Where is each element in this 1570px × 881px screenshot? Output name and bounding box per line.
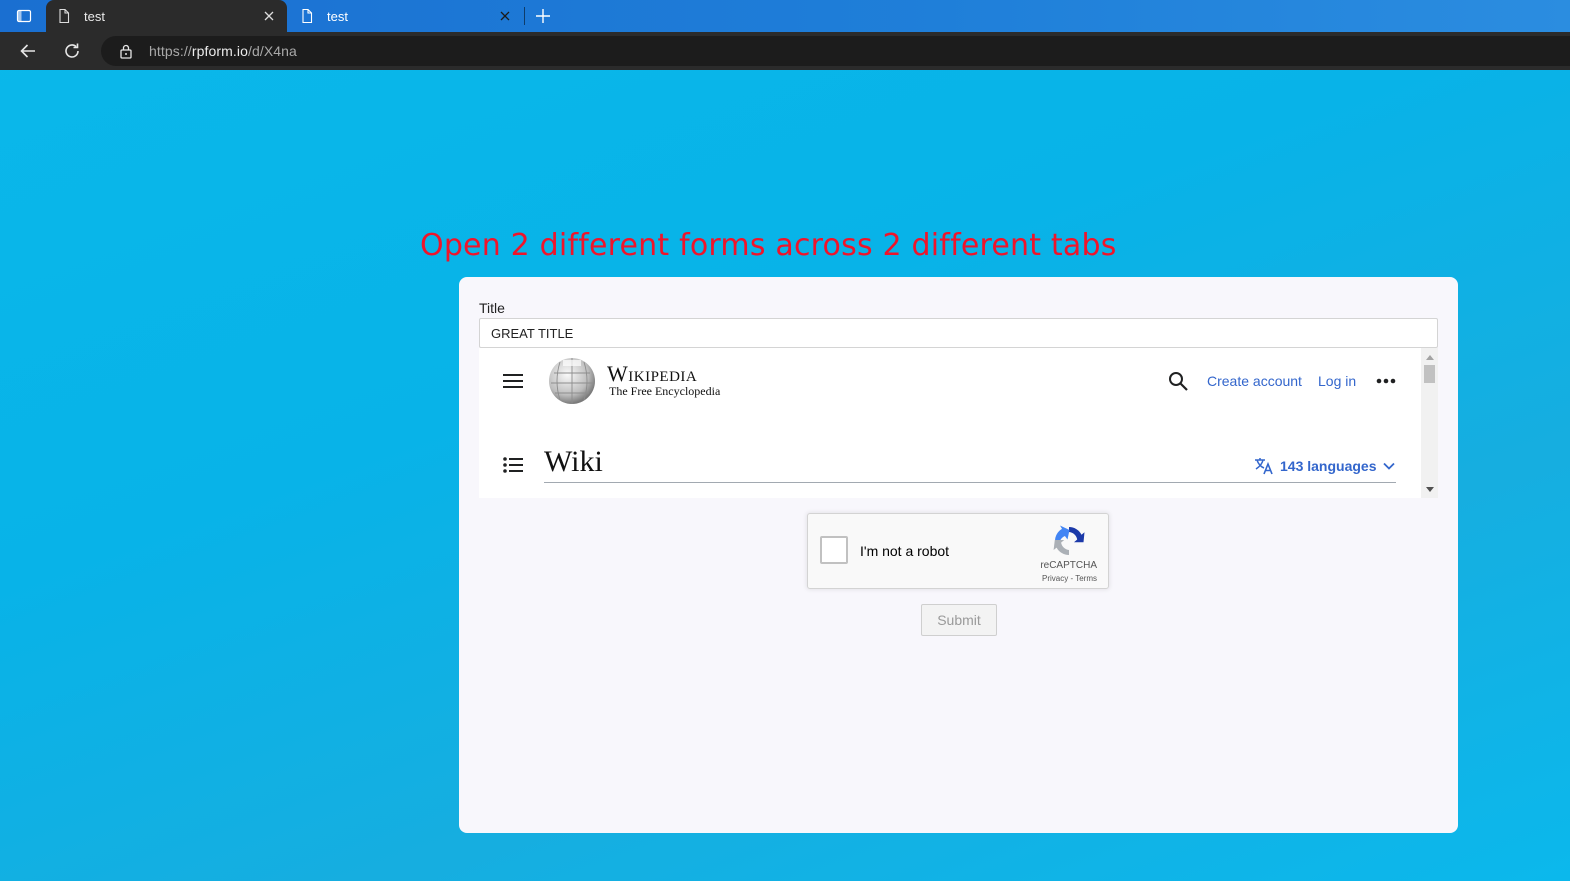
recaptcha-logo-icon [1053, 525, 1085, 556]
more-options-icon[interactable] [1374, 370, 1398, 392]
embed-scrollbar[interactable] [1421, 348, 1438, 498]
table-of-contents-icon[interactable] [502, 454, 524, 476]
new-tab-plus-icon[interactable] [532, 5, 554, 27]
close-icon[interactable] [261, 8, 277, 24]
hamburger-menu-icon[interactable] [502, 370, 524, 392]
browser-toolbar: https://rpform.io/d/X4na [0, 32, 1570, 70]
url-scheme: https:// [149, 43, 192, 59]
tab-title: test [84, 8, 105, 24]
embedded-wikipedia-frame[interactable]: Wikipedia The Free Encyclopedia Create a… [479, 348, 1438, 498]
recaptcha-checkbox[interactable] [820, 536, 848, 564]
tab-title: test [327, 8, 348, 24]
wikipedia-tagline: The Free Encyclopedia [609, 384, 721, 398]
create-account-link[interactable]: Create account [1207, 373, 1302, 389]
languages-button[interactable]: 143 languages [1254, 456, 1395, 476]
search-icon[interactable] [1167, 370, 1189, 392]
tab-test-inactive[interactable]: test [289, 0, 523, 32]
log-in-link[interactable]: Log in [1318, 373, 1356, 389]
tab-test-active[interactable]: test [46, 0, 287, 32]
task-instruction: Open 2 different forms across 2 differen… [420, 228, 1117, 263]
url-host: rpform.io [191, 43, 248, 59]
scroll-up-arrow-icon[interactable] [1421, 350, 1438, 364]
form-card: Title Wikipedia The Free Encyclopedia Cr… [459, 277, 1458, 833]
translate-icon [1255, 458, 1273, 475]
scroll-thumb[interactable] [1424, 365, 1435, 383]
url-text: https://rpform.io/d/X4na [149, 43, 297, 59]
wikipedia-globe-logo[interactable] [546, 356, 598, 406]
tab-strip: test test [0, 0, 1570, 32]
page-icon [56, 8, 72, 24]
submit-button[interactable]: Submit [921, 604, 997, 636]
recaptcha-widget: I'm not a robot reCAPTCHA Privacy - Term… [807, 513, 1109, 589]
languages-label: 143 languages [1280, 458, 1377, 474]
reload-icon[interactable] [61, 40, 83, 62]
recaptcha-label: I'm not a robot [860, 543, 950, 559]
back-arrow-icon[interactable] [17, 40, 39, 62]
page-icon [299, 8, 315, 24]
lock-icon[interactable] [118, 43, 134, 59]
chevron-down-icon [1382, 462, 1395, 470]
heading-divider [544, 482, 1396, 483]
recaptcha-brand: reCAPTCHA [1040, 560, 1097, 571]
close-icon[interactable] [497, 8, 513, 24]
title-input[interactable] [479, 318, 1438, 348]
title-label: Title [479, 300, 505, 316]
url-path: /d/X4na [247, 43, 297, 59]
tab-separator [524, 7, 525, 25]
address-bar[interactable]: https://rpform.io/d/X4na [101, 36, 1570, 66]
scroll-down-arrow-icon[interactable] [1421, 482, 1438, 496]
tab-actions-icon[interactable] [8, 5, 40, 27]
recaptcha-privacy-terms[interactable]: Privacy - Terms [1042, 574, 1097, 583]
article-heading: Wiki [544, 445, 603, 478]
